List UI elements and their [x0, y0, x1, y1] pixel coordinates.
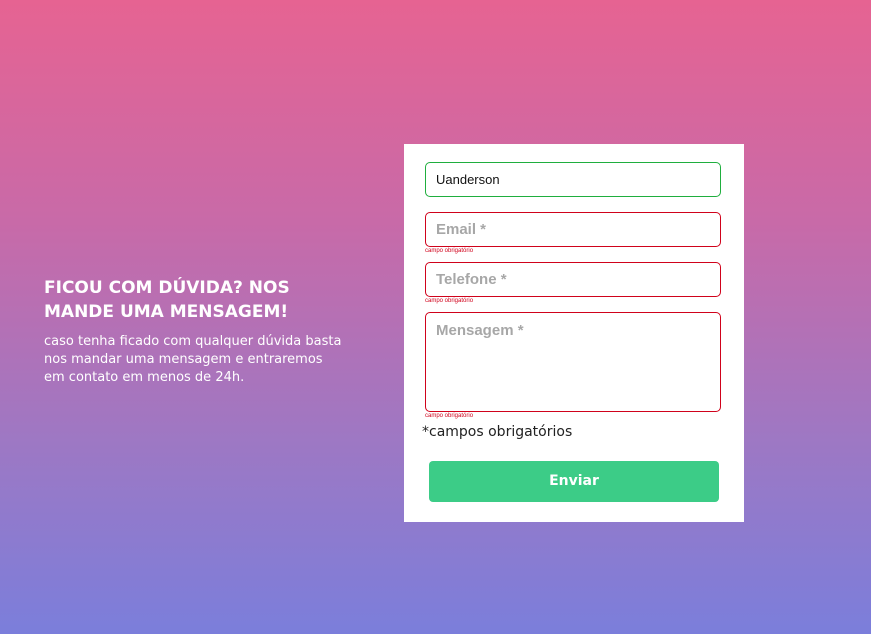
contact-description: caso tenha ficado com qualquer dúvida ba…	[44, 334, 342, 385]
email-error: campo obrigatório	[425, 248, 474, 254]
submit-button[interactable]: Enviar	[429, 461, 719, 502]
email-input-placeholder: Email *	[436, 221, 487, 238]
name-input-value: Uanderson	[436, 172, 500, 187]
message-textarea-placeholder: Mensagem *	[436, 322, 524, 339]
phone-error: campo obrigatório	[425, 298, 474, 304]
phone-input-placeholder: Telefone *	[436, 271, 507, 288]
contact-heading: FICOU COM DÚVIDA? NOS MANDE UMA MENSAGEM…	[44, 278, 290, 322]
email-input[interactable]: Email *	[425, 212, 721, 247]
contact-form: Uanderson Email * campo obrigatório Tele…	[404, 144, 744, 522]
message-error: campo obrigatório	[425, 413, 474, 419]
required-fields-note: *campos obrigatórios	[422, 424, 573, 440]
message-textarea[interactable]: Mensagem *	[425, 312, 721, 412]
phone-input[interactable]: Telefone *	[425, 262, 721, 297]
contact-info: FICOU COM DÚVIDA? NOS MANDE UMA MENSAGEM…	[44, 276, 344, 387]
name-input[interactable]: Uanderson	[425, 162, 721, 197]
